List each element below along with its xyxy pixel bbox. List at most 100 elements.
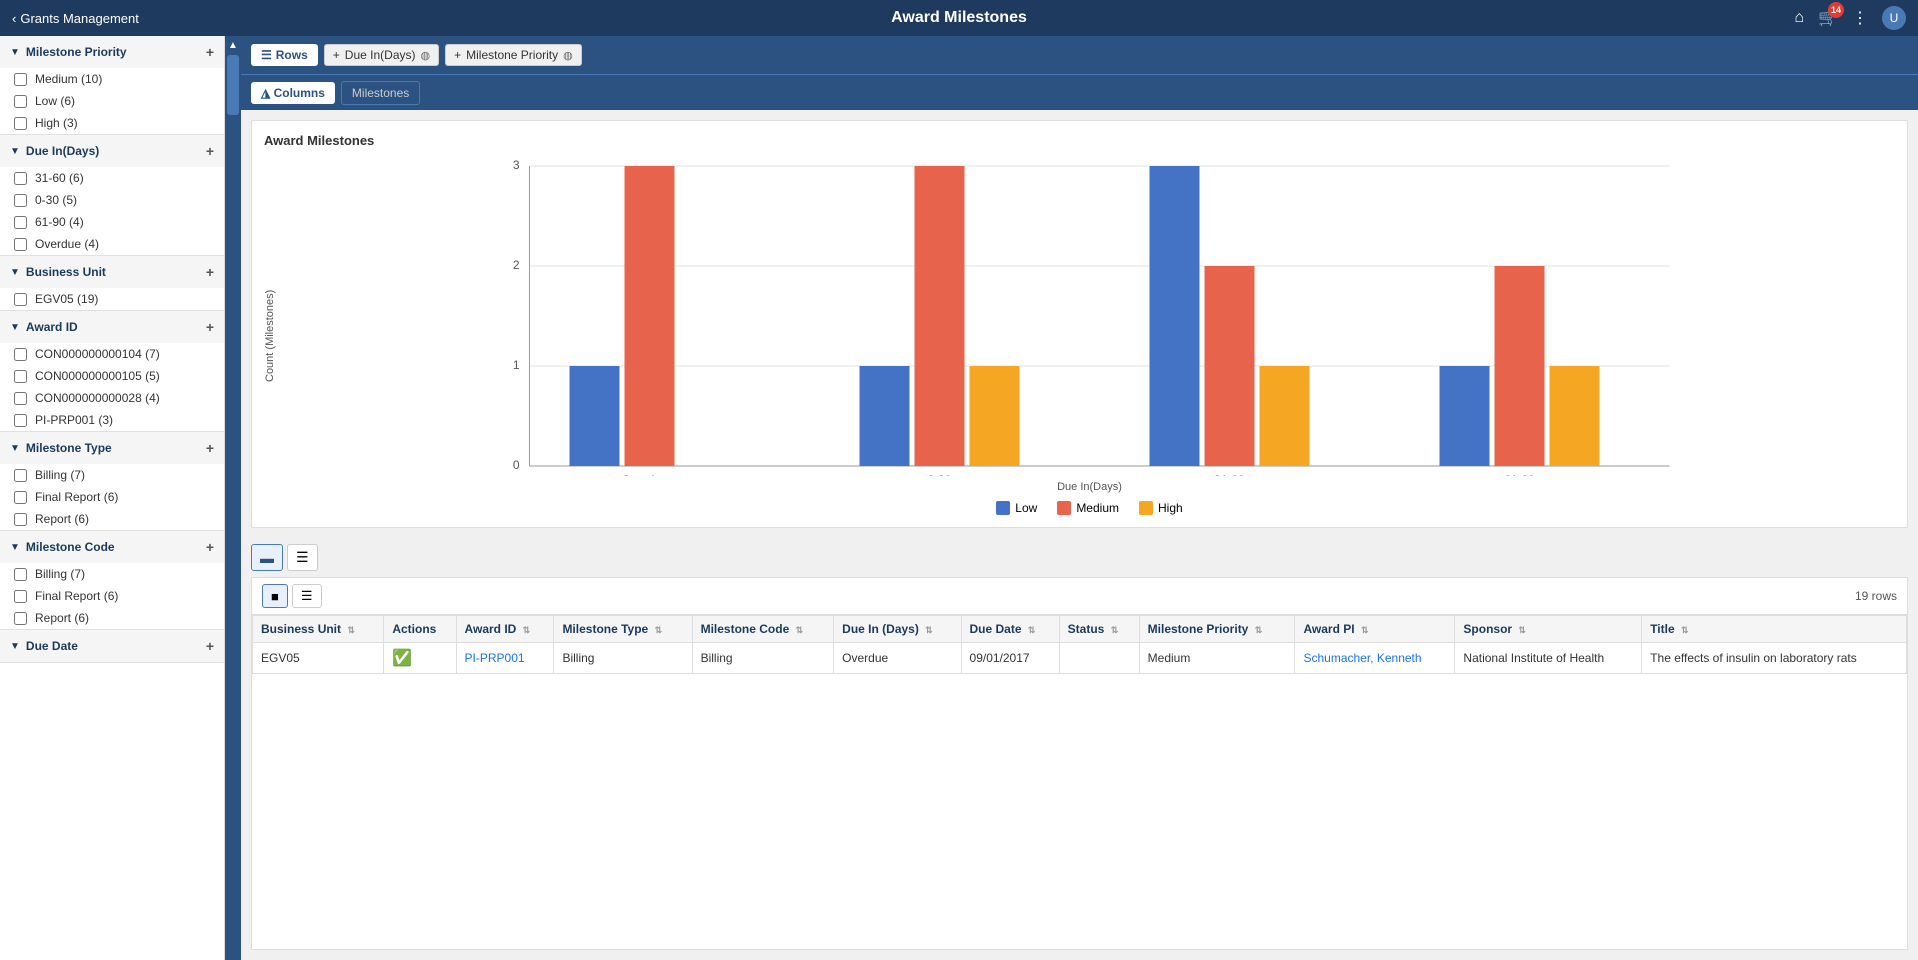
bar-chart-button[interactable]: ▬ <box>251 544 283 571</box>
add-icon[interactable]: + <box>206 440 214 456</box>
award-id-104-checkbox[interactable] <box>14 348 27 361</box>
sidebar-section-label: Milestone Priority <box>26 45 127 59</box>
sidebar-item-label: Billing (7) <box>35 468 85 482</box>
col-milestone-priority[interactable]: Milestone Priority ⇅ <box>1139 616 1295 643</box>
more-options-icon[interactable]: ⋮ <box>1852 8 1868 28</box>
milestone-code-final-report-checkbox[interactable] <box>14 590 27 603</box>
add-icon[interactable]: + <box>206 638 214 654</box>
sidebar-section-header-milestone-type[interactable]: ▼ Milestone Type + <box>0 432 224 464</box>
sidebar-item-label: Overdue (4) <box>35 237 99 251</box>
action-check-icon[interactable]: ✅ <box>392 650 412 667</box>
cell-business-unit: EGV05 <box>253 643 384 674</box>
chevron-down-icon: ▼ <box>10 641 20 652</box>
sidebar-item-label: PI-PRP001 (3) <box>35 413 113 427</box>
user-icon[interactable]: U <box>1882 6 1906 30</box>
sidebar-item-label: 61-90 (4) <box>35 215 84 229</box>
list-item: Final Report (6) <box>0 486 224 508</box>
add-icon[interactable]: + <box>206 539 214 555</box>
milestone-type-final-report-checkbox[interactable] <box>14 491 27 504</box>
milestone-type-billing-checkbox[interactable] <box>14 469 27 482</box>
col-sponsor[interactable]: Sponsor ⇅ <box>1455 616 1642 643</box>
list-item: Billing (7) <box>0 464 224 486</box>
sidebar-section-header-award-id[interactable]: ▼ Award ID + <box>0 311 224 343</box>
cart-icon[interactable]: 🛒 14 <box>1818 8 1838 28</box>
add-icon[interactable]: + <box>206 44 214 60</box>
col-due-date[interactable]: Due Date ⇅ <box>961 616 1059 643</box>
cell-award-pi[interactable]: Schumacher, Kenneth <box>1295 643 1455 674</box>
award-id-28-checkbox[interactable] <box>14 392 27 405</box>
business-unit-egv05-checkbox[interactable] <box>14 293 27 306</box>
col-milestone-code[interactable]: Milestone Code ⇅ <box>692 616 834 643</box>
sidebar-section-header-milestone-priority[interactable]: ▼ Milestone Priority + <box>0 36 224 68</box>
cell-award-id[interactable]: PI-PRP001 <box>456 643 554 674</box>
bar-chart: 0 1 2 3 <box>284 156 1895 476</box>
sidebar-section-label: Due Date <box>26 639 78 653</box>
remove-chip-icon[interactable]: ◍ <box>563 49 573 62</box>
list-item: High (3) <box>0 112 224 134</box>
award-id-prp001-checkbox[interactable] <box>14 414 27 427</box>
award-pi-link[interactable]: Schumacher, Kenneth <box>1303 651 1421 665</box>
sidebar-section-milestone-type: ▼ Milestone Type + Billing (7) Final Rep… <box>0 432 224 531</box>
main-layout: ▼ Milestone Priority + Medium (10) Low (… <box>0 36 1918 960</box>
award-id-105-checkbox[interactable] <box>14 370 27 383</box>
scroll-up-arrow[interactable]: ▲ <box>228 40 238 51</box>
due-overdue-checkbox[interactable] <box>14 238 27 251</box>
col-due-in-days[interactable]: Due In (Days) ⇅ <box>834 616 961 643</box>
list-item: CON000000000105 (5) <box>0 365 224 387</box>
cell-actions[interactable]: ✅ <box>384 643 456 674</box>
list-item: Report (6) <box>0 508 224 530</box>
table-section: ■ ☰ 19 rows Business Unit ⇅ Actions Awar… <box>251 577 1908 950</box>
award-id-link[interactable]: PI-PRP001 <box>465 651 525 665</box>
table-header-row: Business Unit ⇅ Actions Award ID ⇅ Miles… <box>253 616 1907 643</box>
sidebar-item-label: CON000000000028 (4) <box>35 391 160 405</box>
columns-icon: ◮ <box>261 86 270 100</box>
col-business-unit[interactable]: Business Unit ⇅ <box>253 616 384 643</box>
add-icon[interactable]: + <box>206 319 214 335</box>
grid-view-button[interactable]: ■ <box>262 584 288 608</box>
columns-button[interactable]: ◮ Columns <box>251 82 335 104</box>
col-award-pi[interactable]: Award PI ⇅ <box>1295 616 1455 643</box>
milestone-code-report-checkbox[interactable] <box>14 612 27 625</box>
list-chart-button[interactable]: ☰ <box>287 544 318 571</box>
remove-chip-icon[interactable]: ◍ <box>420 49 430 62</box>
chevron-down-icon: ▼ <box>10 443 20 454</box>
col-status[interactable]: Status ⇅ <box>1059 616 1139 643</box>
list-item: Billing (7) <box>0 563 224 585</box>
chevron-down-icon: ▼ <box>10 267 20 278</box>
milestone-priority-high-checkbox[interactable] <box>14 117 27 130</box>
col-milestone-type[interactable]: Milestone Type ⇅ <box>554 616 692 643</box>
sidebar-section-header-due-in-days[interactable]: ▼ Due In(Days) + <box>0 135 224 167</box>
cell-milestone-code: Billing <box>692 643 834 674</box>
sidebar-scrollbar[interactable]: ▲ <box>225 36 241 960</box>
add-icon[interactable]: + <box>206 143 214 159</box>
milestone-priority-chip[interactable]: + Milestone Priority ◍ <box>445 44 582 66</box>
col-award-id[interactable]: Award ID ⇅ <box>456 616 554 643</box>
milestone-code-billing-checkbox[interactable] <box>14 568 27 581</box>
sidebar: ▼ Milestone Priority + Medium (10) Low (… <box>0 36 225 960</box>
list-view-button[interactable]: ☰ <box>292 584 322 608</box>
due-in-days-chip[interactable]: + Due In(Days) ◍ <box>324 44 439 66</box>
cell-milestone-priority: Medium <box>1139 643 1295 674</box>
sidebar-item-label: Billing (7) <box>35 567 85 581</box>
back-button[interactable]: ‹ Grants Management <box>12 11 139 26</box>
col-title[interactable]: Title ⇅ <box>1642 616 1907 643</box>
svg-text:2: 2 <box>513 258 520 272</box>
sidebar-section-header-due-date[interactable]: ▼ Due Date + <box>0 630 224 662</box>
milestone-type-report-checkbox[interactable] <box>14 513 27 526</box>
sidebar-section-milestone-priority: ▼ Milestone Priority + Medium (10) Low (… <box>0 36 224 135</box>
due-0-30-checkbox[interactable] <box>14 194 27 207</box>
due-61-90-checkbox[interactable] <box>14 216 27 229</box>
sidebar-section-header-milestone-code[interactable]: ▼ Milestone Code + <box>0 531 224 563</box>
add-icon[interactable]: + <box>206 264 214 280</box>
sidebar-section-header-business-unit[interactable]: ▼ Business Unit + <box>0 256 224 288</box>
milestone-priority-low-checkbox[interactable] <box>14 95 27 108</box>
milestone-priority-medium-checkbox[interactable] <box>14 73 27 86</box>
due-31-60-checkbox[interactable] <box>14 172 27 185</box>
milestones-tab-button[interactable]: Milestones <box>341 81 420 105</box>
scroll-thumb[interactable] <box>227 55 239 115</box>
content-area: ☰ Rows + Due In(Days) ◍ + Milestone Prio… <box>241 36 1918 960</box>
svg-text:31-60: 31-60 <box>1214 473 1245 476</box>
home-icon[interactable]: ⌂ <box>1794 9 1804 27</box>
sidebar-item-label: Final Report (6) <box>35 490 118 504</box>
rows-button[interactable]: ☰ Rows <box>251 44 318 66</box>
